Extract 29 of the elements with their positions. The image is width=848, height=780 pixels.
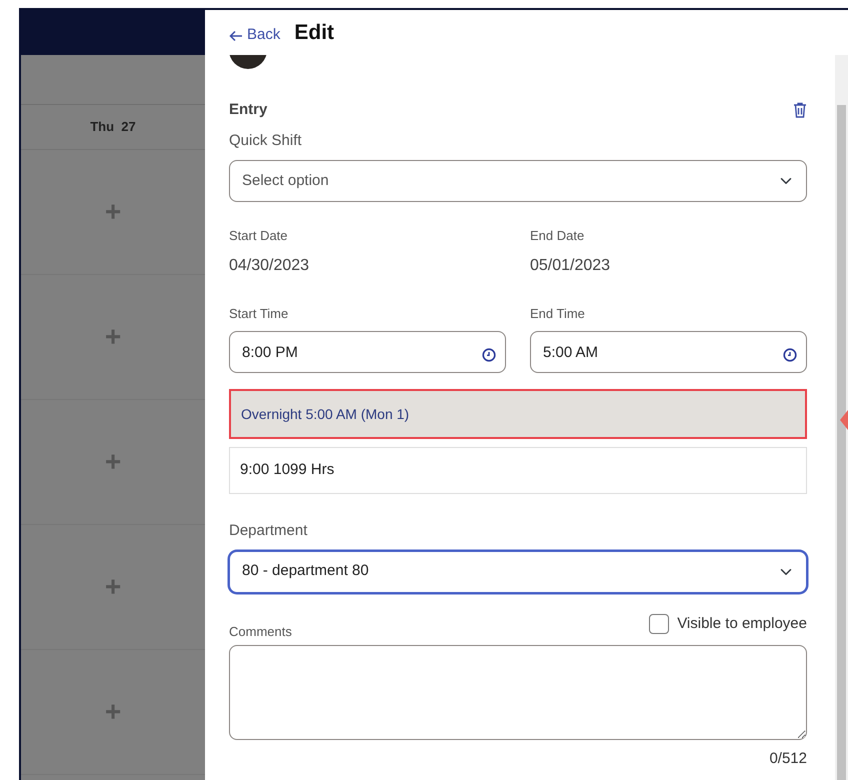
checkbox[interactable] bbox=[649, 614, 670, 634]
department-dropdown[interactable]: 80 - department 80 bbox=[229, 550, 807, 592]
field-label: End Time bbox=[530, 304, 586, 322]
end-time-field[interactable]: 5:00 AM bbox=[530, 331, 807, 373]
field-label: End Date bbox=[530, 227, 586, 245]
clock-icon[interactable] bbox=[783, 348, 797, 362]
field-value: 04/30/2023 bbox=[229, 256, 310, 276]
field-label: Start Date bbox=[229, 227, 289, 245]
clock-icon[interactable] bbox=[482, 348, 496, 362]
field-label: Comments bbox=[229, 622, 292, 640]
arrow-left-icon bbox=[229, 30, 243, 42]
quick-shift-dropdown[interactable]: Select option bbox=[229, 160, 807, 202]
panel-title: Edit bbox=[294, 20, 334, 46]
field-label: Start Time bbox=[229, 304, 290, 322]
scrollbar[interactable] bbox=[835, 55, 848, 780]
checkbox-label[interactable]: Visible to employee bbox=[677, 612, 807, 635]
section-heading: Entry bbox=[229, 100, 268, 120]
trash-icon[interactable] bbox=[793, 102, 807, 118]
pointer-marker-icon bbox=[840, 410, 848, 430]
character-counter: 0/512 bbox=[768, 749, 807, 769]
back-link[interactable]: Back bbox=[229, 24, 280, 47]
overnight-notice: Overnight 5:00 AM (Mon 1) bbox=[229, 389, 807, 439]
field-label: Quick Shift bbox=[229, 130, 303, 150]
field-label: Department bbox=[229, 521, 308, 541]
day-header: Thu 27 bbox=[90, 118, 136, 136]
field-value: 05/01/2023 bbox=[530, 256, 612, 276]
hours-total: 9:00 1099 Hrs bbox=[229, 447, 807, 494]
start-time-field[interactable]: 8:00 PM bbox=[229, 331, 506, 373]
comments-field[interactable] bbox=[229, 645, 807, 740]
